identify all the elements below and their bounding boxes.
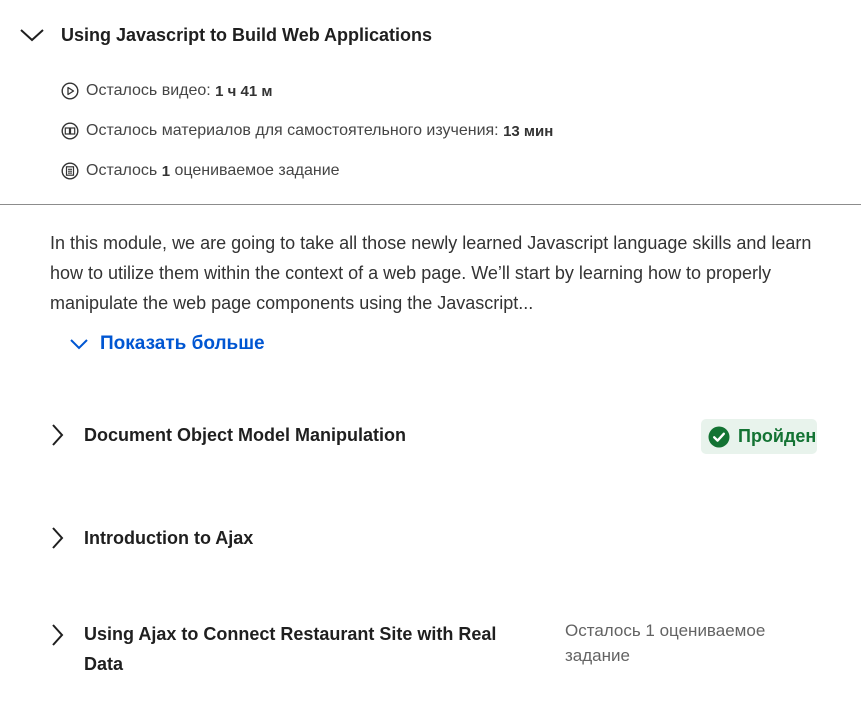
meta-video-remaining: Осталось видео: 1 ч 41 м bbox=[60, 80, 273, 102]
meta-reading-remaining: Осталось материалов для самостоятельного… bbox=[60, 120, 553, 142]
lesson-title[interactable]: Introduction to Ajax bbox=[84, 523, 253, 553]
meta-assignment-remaining: Осталось 1 оцениваемое задание bbox=[60, 160, 340, 182]
lesson-title[interactable]: Document Object Model Manipulation bbox=[84, 420, 406, 450]
check-circle-icon bbox=[708, 426, 730, 448]
chevron-down-icon[interactable] bbox=[18, 22, 46, 48]
lesson-title[interactable]: Using Ajax to Connect Restaurant Site wi… bbox=[84, 619, 524, 679]
module-title[interactable]: Using Javascript to Build Web Applicatio… bbox=[61, 22, 432, 48]
meta-video-value: 1 ч 41 м bbox=[215, 82, 273, 100]
play-circle-icon bbox=[60, 81, 80, 101]
show-more-button[interactable]: Показать больше bbox=[68, 333, 265, 355]
module-description: In this module, we are going to take all… bbox=[50, 233, 812, 313]
assignment-icon bbox=[60, 161, 80, 181]
module-header: Using Javascript to Build Web Applicatio… bbox=[0, 0, 861, 205]
status-badge-label: Пройден bbox=[738, 426, 817, 446]
chevron-right-icon[interactable] bbox=[46, 525, 68, 551]
book-icon bbox=[60, 121, 80, 141]
meta-video-label: Осталось видео: bbox=[86, 82, 216, 99]
chevron-right-icon[interactable] bbox=[46, 622, 68, 648]
meta-assignment-suffix: оцениваемое задание bbox=[170, 162, 340, 179]
meta-reading-value: 13 мин bbox=[503, 122, 554, 140]
show-more-label: Показать больше bbox=[100, 333, 265, 354]
chevron-right-icon[interactable] bbox=[46, 422, 68, 448]
lesson-assignment-note: Осталось 1 оцениваемое задание bbox=[565, 621, 766, 665]
meta-assignment-count: 1 bbox=[161, 162, 171, 180]
status-badge-passed: Пройден bbox=[701, 419, 817, 454]
meta-assignment-prefix: Осталось bbox=[86, 162, 162, 179]
lesson-item[interactable]: Introduction to Ajax bbox=[0, 522, 861, 557]
meta-reading-label: Осталось материалов для самостоятельного… bbox=[86, 122, 504, 139]
chevron-down-icon bbox=[68, 333, 90, 355]
